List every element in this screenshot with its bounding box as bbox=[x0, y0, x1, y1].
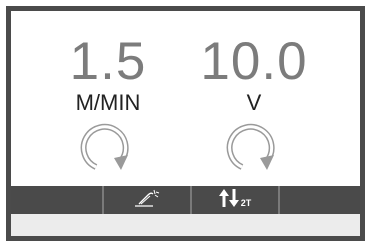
wire-speed-knob-icon[interactable] bbox=[73, 117, 133, 177]
torch-segment[interactable] bbox=[103, 186, 191, 214]
wire-speed-unit: M/MIN bbox=[75, 90, 141, 115]
status-segment-empty bbox=[279, 186, 360, 214]
up-down-arrows-icon bbox=[218, 188, 239, 213]
wire-speed-value: 1.5 bbox=[69, 32, 147, 91]
voltage-value: 10.0 bbox=[200, 32, 308, 91]
trigger-mode-segment[interactable]: 2T bbox=[191, 186, 279, 214]
status-bar: 2T bbox=[11, 186, 360, 214]
bottom-strip bbox=[11, 214, 360, 236]
welder-display-frame: 1.5 M/MIN 10.0 V 2T bbox=[6, 6, 365, 241]
trigger-mode-label: 2T bbox=[240, 198, 252, 208]
welding-torch-icon bbox=[133, 187, 161, 214]
voltage-unit: V bbox=[246, 90, 262, 115]
status-segment-empty bbox=[11, 186, 103, 214]
voltage-knob-icon[interactable] bbox=[219, 117, 279, 177]
